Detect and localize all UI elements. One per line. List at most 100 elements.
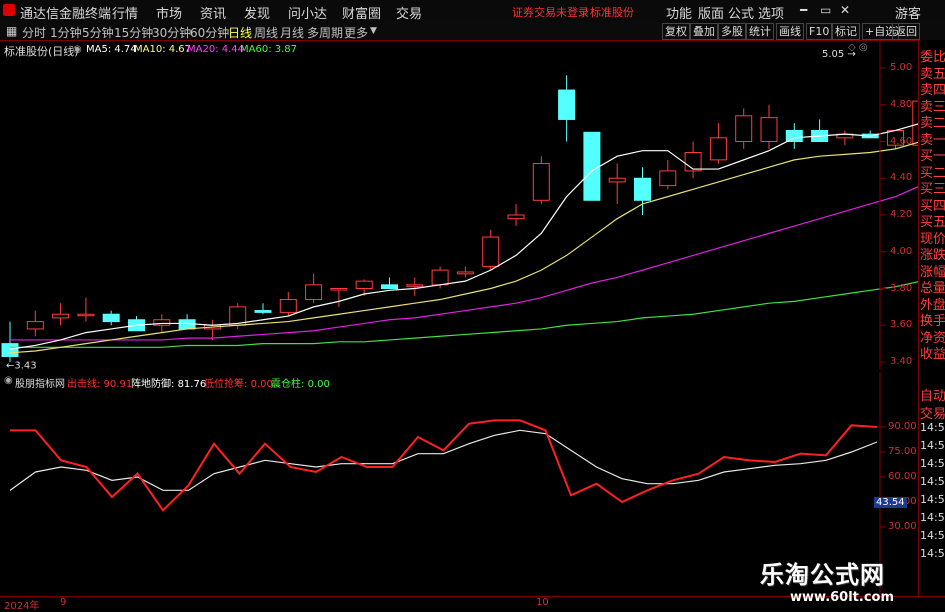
- candle-body: [456, 271, 474, 275]
- low-marker: ←3.43: [6, 360, 37, 370]
- restore-icon[interactable]: ▭: [820, 3, 831, 17]
- app-title: 通达信金融终端: [20, 7, 112, 22]
- candle-body: [634, 177, 651, 201]
- top-stock-name: 标准股份: [590, 6, 634, 19]
- candle-body: [279, 299, 297, 313]
- price-tick: 4.40: [890, 172, 913, 184]
- multi-stock-button[interactable]: 多股: [718, 23, 746, 40]
- candle-body: [406, 284, 424, 287]
- price-tick: 3.80: [890, 282, 913, 294]
- trade-row: 14:56: [920, 529, 945, 542]
- candle-body: [305, 284, 323, 301]
- ind-tick: 75.00: [888, 446, 917, 457]
- period-30min[interactable]: 30分钟: [152, 24, 191, 41]
- price-tick: 3.60: [890, 319, 913, 331]
- guest-label[interactable]: 游客: [895, 3, 921, 22]
- trade-row: 14:56: [920, 457, 945, 470]
- candle-body: [760, 117, 778, 143]
- menu-formula[interactable]: 公式: [728, 3, 754, 22]
- candle-body: [330, 288, 348, 291]
- price-tick: 4.20: [890, 209, 913, 220]
- ind-tick: 30.00: [888, 521, 917, 532]
- ind-tick: 60.00: [888, 471, 917, 482]
- mark-button[interactable]: 标记: [832, 23, 860, 40]
- menu-layout[interactable]: 版面: [698, 3, 724, 22]
- watermark: 乐淘公式网 www.60lt.com: [760, 555, 940, 605]
- chevron-down-icon[interactable]: ▼: [370, 26, 377, 36]
- title-bar: 通达信金融终端 行情 市场 资讯 发现 问小达 财富圈 交易 证券交易未登录 标…: [0, 0, 945, 23]
- menu-market[interactable]: 市场: [156, 3, 182, 22]
- period-more[interactable]: 更多: [344, 24, 368, 41]
- back-button[interactable]: 返回: [892, 23, 920, 40]
- candle-body: [26, 321, 44, 330]
- ma60-line: [10, 281, 918, 348]
- f10-button[interactable]: F10: [806, 23, 833, 40]
- grid-icon[interactable]: ▦: [6, 24, 17, 38]
- price-tick: 3.40: [890, 356, 913, 367]
- candle-body: [1, 343, 19, 357]
- candle-body: [608, 177, 626, 183]
- menu-wealth[interactable]: 财富圈: [342, 3, 381, 22]
- month-label-10: 10: [536, 597, 549, 608]
- high-marker: 5.05 →: [822, 49, 856, 60]
- menu-function[interactable]: 功能: [666, 3, 692, 22]
- ma5-line: [9, 123, 918, 350]
- candle-body: [153, 319, 171, 326]
- app-logo-icon: [3, 4, 15, 16]
- period-daily[interactable]: 日线: [228, 24, 252, 41]
- candle-body: [355, 280, 373, 289]
- candle-body: [532, 163, 550, 201]
- price-tick: 4.00: [890, 245, 913, 257]
- candle-body: [684, 152, 702, 172]
- candle-body: [77, 313, 95, 317]
- ind-current-value: 43.54: [874, 497, 907, 509]
- candle-body: [659, 170, 677, 187]
- ind-tick: 90.00: [888, 421, 917, 432]
- candle-body: [381, 284, 398, 289]
- overlay-button[interactable]: 叠加: [690, 23, 718, 40]
- candle-body: [785, 129, 803, 142]
- candle-body: [558, 89, 576, 120]
- menu-ask[interactable]: 问小达: [288, 3, 327, 22]
- draw-line-button[interactable]: 画线: [776, 23, 804, 40]
- trade-row: 14:56: [920, 439, 945, 452]
- period-weekly[interactable]: 周线: [254, 24, 278, 41]
- restore-rights-button[interactable]: 复权: [662, 23, 690, 40]
- price-chart[interactable]: 5.05 → ←3.43: [0, 40, 918, 370]
- trade-row: 14:56: [920, 475, 945, 488]
- period-15min[interactable]: 15分钟: [114, 24, 153, 41]
- watermark-url: www.60lt.com: [790, 590, 895, 605]
- price-tick: 5.00: [890, 62, 913, 73]
- trade-row: 14:56: [920, 511, 945, 524]
- period-1min[interactable]: 1分钟: [50, 24, 82, 41]
- candle-body: [102, 313, 120, 323]
- price-tick: 4.60: [890, 135, 913, 147]
- menu-options[interactable]: 选项: [758, 3, 784, 22]
- statistics-button[interactable]: 统计: [746, 23, 774, 40]
- year-label: 2024年: [4, 601, 40, 612]
- period-5min[interactable]: 5分钟: [82, 24, 114, 41]
- trade-row: 14:56: [920, 421, 945, 434]
- period-60min[interactable]: 60分钟: [190, 24, 229, 41]
- attack-line: [10, 419, 878, 512]
- menu-trade[interactable]: 交易: [396, 3, 422, 22]
- trade-row[interactable]: 交易: [920, 403, 945, 422]
- trade-row[interactable]: 自动: [920, 385, 945, 404]
- period-tick[interactable]: 分时: [22, 24, 46, 41]
- period-toolbar: ▦ 分时 1分钟 5分钟 15分钟 30分钟 60分钟 日线 周线 月线 多周期…: [0, 22, 945, 41]
- candle-body: [254, 310, 272, 313]
- close-icon[interactable]: ✕: [840, 3, 850, 17]
- candle-body: [583, 131, 601, 201]
- login-notice[interactable]: 证券交易未登录: [512, 4, 589, 20]
- candle-body: [735, 115, 753, 143]
- period-multi[interactable]: 多周期: [307, 24, 343, 41]
- period-monthly[interactable]: 月线: [280, 24, 304, 41]
- menu-quotes[interactable]: 行情: [112, 3, 138, 22]
- ma20-line: [10, 186, 918, 341]
- menu-discover[interactable]: 发现: [244, 3, 270, 22]
- trade-row: 14:56: [920, 493, 945, 506]
- watermark-title: 乐淘公式网: [760, 561, 885, 589]
- candle-body: [52, 313, 70, 319]
- minimize-icon[interactable]: ━: [800, 3, 807, 17]
- menu-news[interactable]: 资讯: [200, 3, 226, 22]
